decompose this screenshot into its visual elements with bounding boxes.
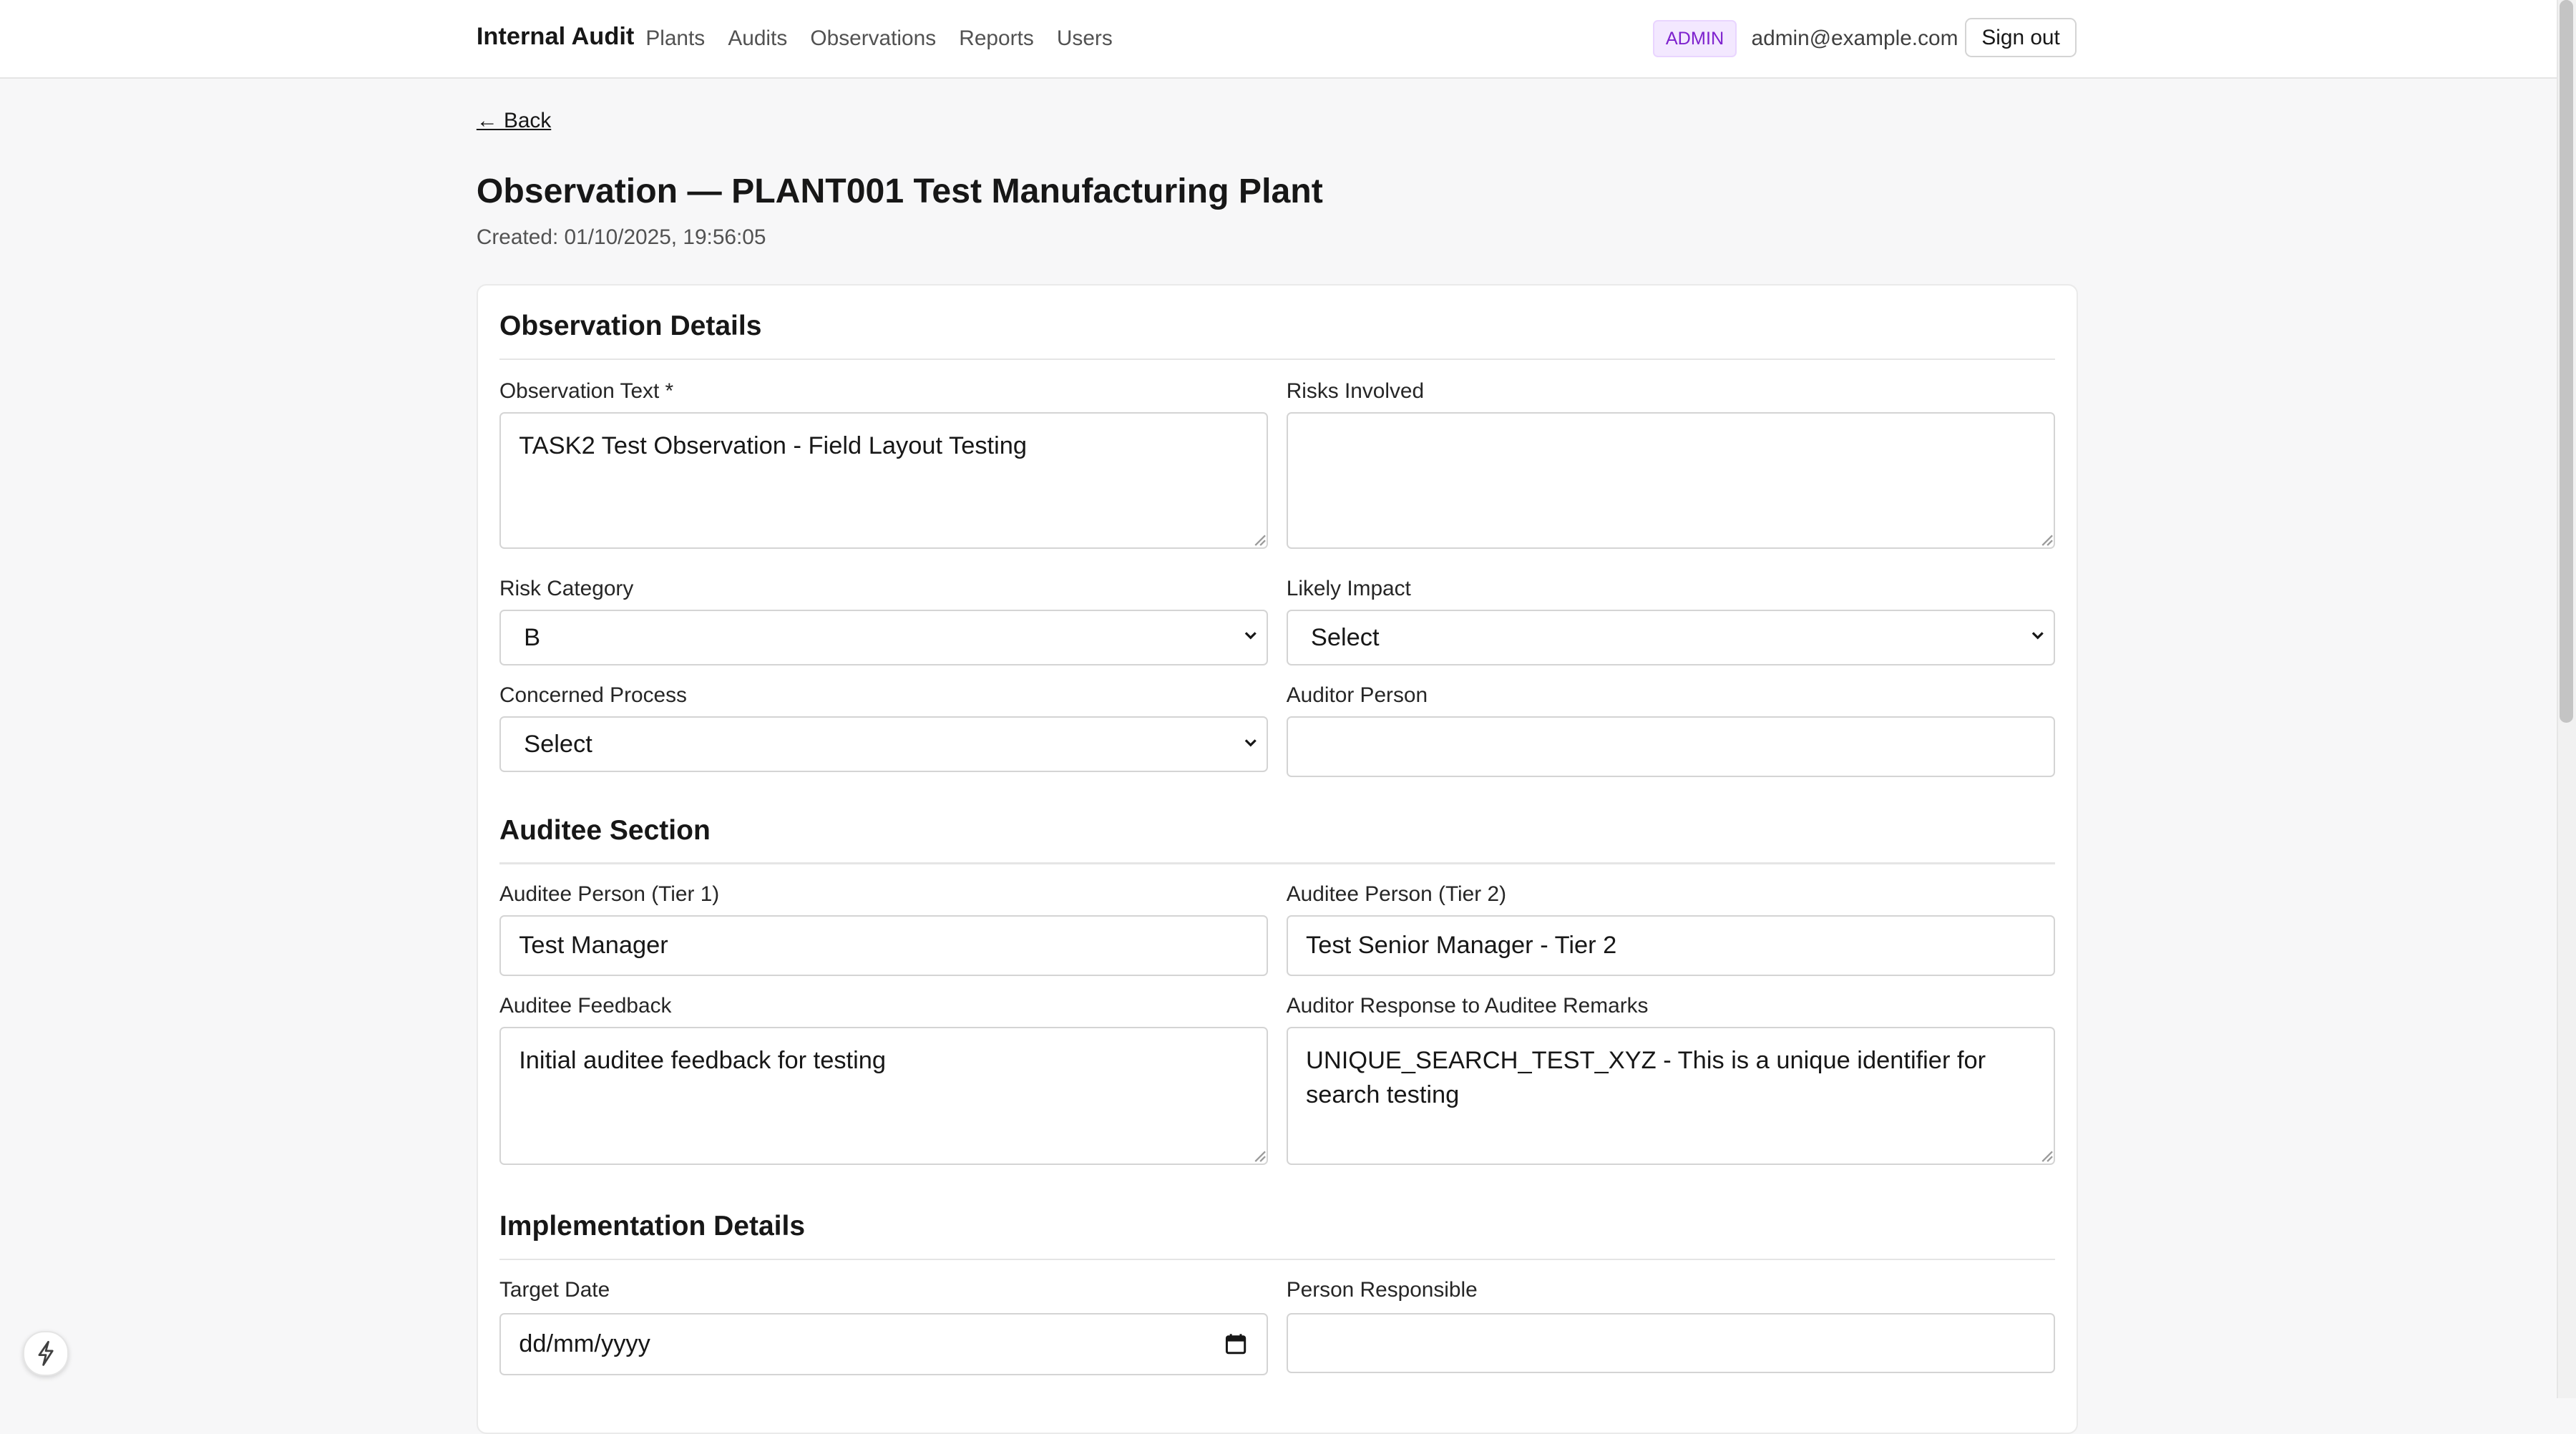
auditee-tier2-field[interactable] (1286, 914, 2056, 976)
lightning-icon (38, 1341, 54, 1367)
section-divider (499, 358, 2056, 360)
chevron-down-icon (2031, 632, 2044, 640)
likely-impact-select[interactable]: Select (1286, 609, 2056, 665)
nav-item-audits[interactable]: Audits (728, 26, 787, 51)
auditee-tier1-field[interactable] (499, 914, 1269, 976)
risk-category-select[interactable]: B (499, 609, 1269, 665)
auditor-response-field[interactable]: UNIQUE_SEARCH_TEST_XYZ - This is a uniqu… (1286, 1027, 2056, 1165)
resize-grip-icon[interactable] (1254, 534, 1267, 547)
observation-text-field[interactable]: TASK2 Test Observation - Field Layout Te… (499, 412, 1269, 549)
person-responsible-label: Person Responsible (1286, 1278, 1478, 1302)
section-title-implementation: Implementation Details (499, 1211, 806, 1242)
page-title: Observation — PLANT001 Test Manufacturin… (476, 171, 1323, 210)
auditee-feedback-label: Auditee Feedback (499, 994, 672, 1018)
concerned-process-value: Select (524, 731, 592, 759)
app-title[interactable]: Internal Audit (477, 23, 635, 51)
observation-text-label: Observation Text * (499, 379, 674, 404)
auditee-tier1-label: Auditee Person (Tier 1) (499, 882, 720, 906)
calendar-icon[interactable] (1224, 1332, 1247, 1355)
chevron-down-icon (1244, 632, 1257, 640)
user-email: admin@example.com (1751, 26, 1958, 50)
target-date-field[interactable] (499, 1312, 1269, 1375)
sign-out-button[interactable]: Sign out (1965, 18, 2077, 58)
section-divider (499, 862, 2056, 864)
section-title-observation-details: Observation Details (499, 310, 762, 341)
top-navbar: Internal Audit Plants Audits Observation… (0, 0, 2557, 79)
concerned-process-label: Concerned Process (499, 683, 687, 708)
created-timestamp: Created: 01/10/2025, 19:56:05 (476, 225, 766, 249)
auditor-person-label: Auditor Person (1286, 683, 1428, 708)
role-badge: ADMIN (1652, 19, 1737, 57)
risk-category-value: B (524, 624, 541, 652)
nav-item-observations[interactable]: Observations (810, 26, 936, 51)
target-date-label: Target Date (499, 1278, 610, 1302)
chevron-down-icon (1244, 738, 1257, 747)
risks-involved-label: Risks Involved (1286, 379, 1425, 404)
auditor-response-label: Auditor Response to Auditee Remarks (1286, 994, 1649, 1018)
risks-involved-field[interactable] (1286, 412, 2056, 549)
floating-action-button[interactable] (23, 1330, 69, 1377)
section-title-auditee: Auditee Section (499, 814, 711, 846)
resize-grip-icon[interactable] (2041, 534, 2054, 547)
scrollbar-thumb[interactable] (2560, 0, 2573, 723)
back-link[interactable]: ← Back (477, 109, 551, 133)
nav-item-reports[interactable]: Reports (959, 26, 1033, 51)
auditee-tier2-label: Auditee Person (Tier 2) (1286, 882, 1507, 906)
nav-item-users[interactable]: Users (1057, 26, 1113, 51)
likely-impact-label: Likely Impact (1286, 576, 1411, 600)
resize-grip-icon[interactable] (2041, 1150, 2054, 1163)
likely-impact-value: Select (1310, 624, 1380, 652)
auditee-feedback-field[interactable]: Initial auditee feedback for testing (499, 1027, 1269, 1165)
section-divider (499, 1258, 2056, 1261)
risk-category-label: Risk Category (499, 576, 634, 600)
resize-grip-icon[interactable] (1254, 1150, 1267, 1163)
auditor-person-field[interactable] (1286, 716, 2056, 777)
main-nav: Plants Audits Observations Reports Users (645, 26, 1112, 51)
concerned-process-select[interactable]: Select (499, 716, 1269, 773)
person-responsible-field[interactable] (1286, 1312, 2056, 1374)
nav-item-plants[interactable]: Plants (645, 26, 705, 51)
